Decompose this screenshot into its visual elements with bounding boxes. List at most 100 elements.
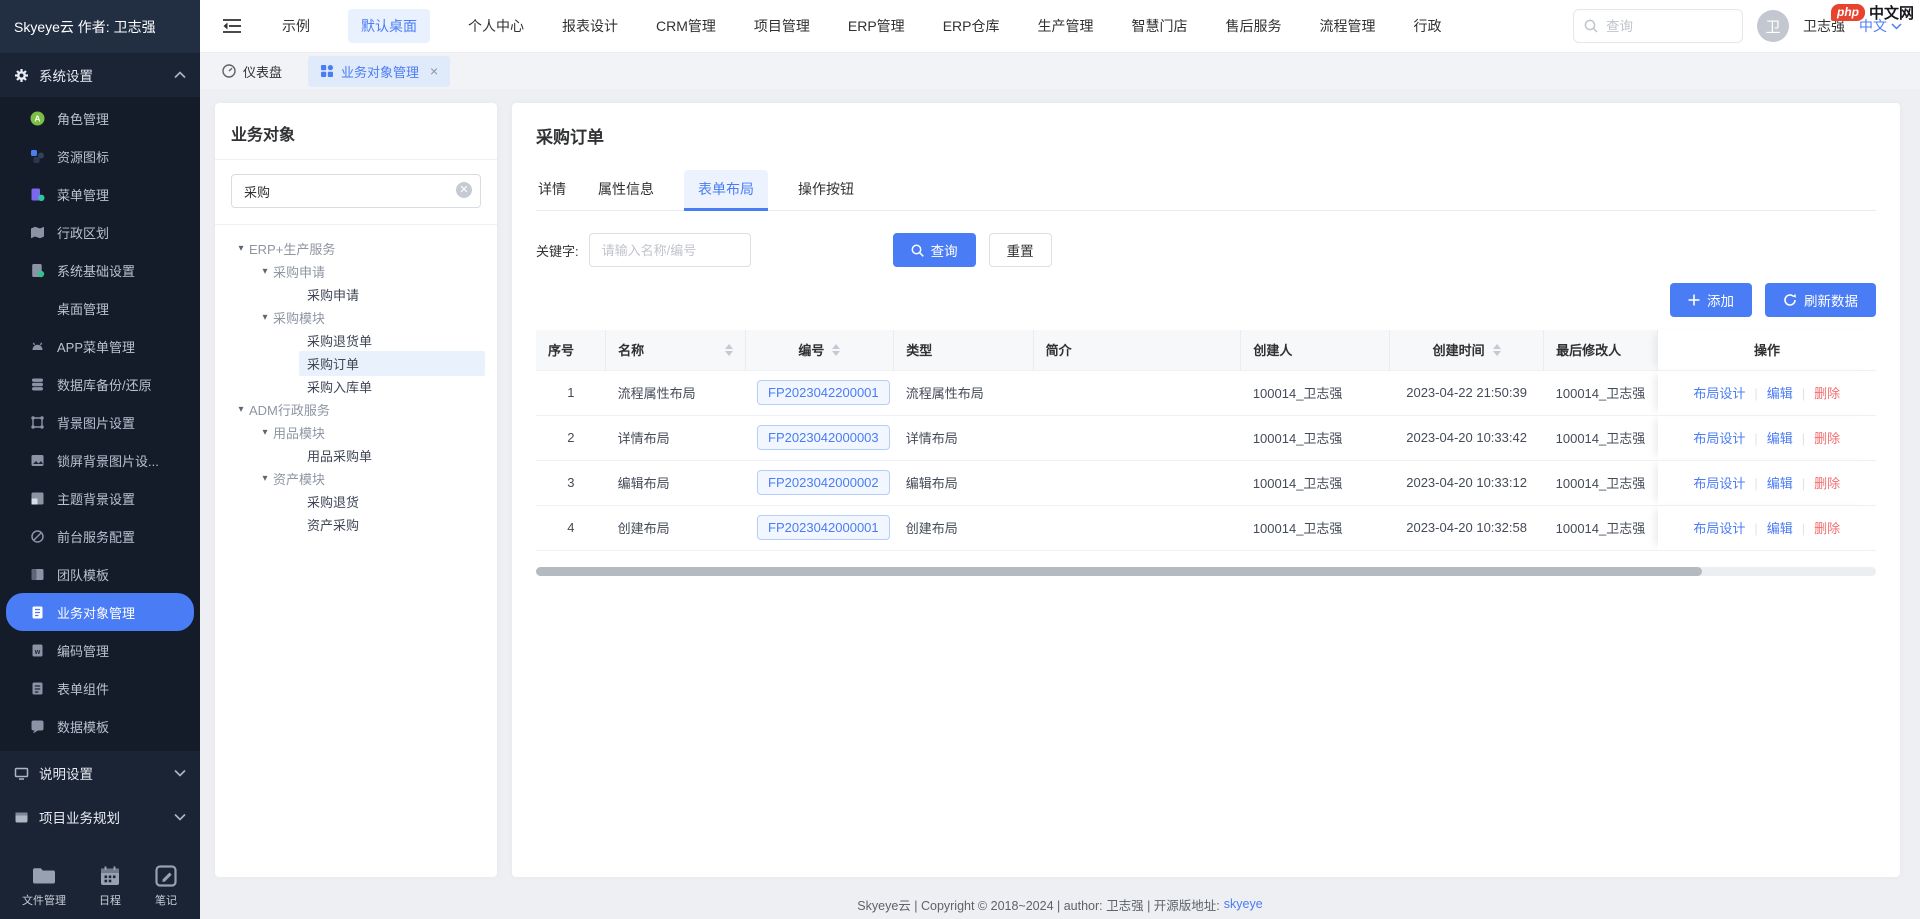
- nav-item-erp[interactable]: ERP管理: [848, 9, 905, 43]
- sidebar-item-theme-background[interactable]: 主题背景设置: [0, 479, 200, 517]
- nav-item-examples[interactable]: 示例: [282, 9, 310, 43]
- sidebar-item-team-template[interactable]: 团队模板: [0, 555, 200, 593]
- dock-schedule[interactable]: 日程: [98, 864, 122, 908]
- cell-index: 1: [536, 370, 606, 415]
- nav-item-workflow[interactable]: 流程管理: [1319, 9, 1375, 43]
- sidebar-item-menu-management[interactable]: 菜单管理: [0, 175, 200, 213]
- horizontal-scrollbar[interactable]: [536, 567, 1876, 576]
- nav-item-aftersales[interactable]: 售后服务: [1225, 9, 1281, 43]
- sidebar-item-desktop-management[interactable]: 桌面管理: [0, 289, 200, 327]
- reset-button[interactable]: 重置: [989, 233, 1052, 267]
- user-avatar[interactable]: 卫: [1757, 10, 1789, 42]
- sort-icon[interactable]: [832, 344, 840, 356]
- sidebar-item-business-object-management[interactable]: 业务对象管理: [6, 593, 194, 631]
- edit-link[interactable]: 编辑: [1767, 521, 1793, 536]
- caret-down-icon[interactable]: ▾: [257, 473, 273, 484]
- sidebar-item-system-base-settings[interactable]: 系统基础设置: [0, 251, 200, 289]
- tree-node[interactable]: ▾资产模块: [215, 467, 489, 490]
- caret-down-icon[interactable]: ▾: [233, 243, 249, 254]
- nav-item-project[interactable]: 项目管理: [754, 9, 810, 43]
- tree-node[interactable]: 采购入库单: [215, 375, 489, 398]
- sidebar-group-system-settings[interactable]: 系统设置: [0, 53, 200, 97]
- tree-node[interactable]: ▾用品模块: [215, 421, 489, 444]
- delete-link[interactable]: 删除: [1814, 431, 1840, 446]
- sidebar-item-app-menu[interactable]: APP菜单管理: [0, 327, 200, 365]
- tree-node[interactable]: 采购申请: [215, 283, 489, 306]
- edit-link[interactable]: 编辑: [1767, 431, 1793, 446]
- global-search-input[interactable]: [1606, 19, 1716, 34]
- sidebar-item-form-components[interactable]: 表单组件: [0, 669, 200, 707]
- col-type: 类型: [894, 330, 1033, 370]
- sidebar-item-data-template[interactable]: 数据模板: [0, 707, 200, 745]
- tree-node[interactable]: ▾采购申请: [215, 260, 489, 283]
- col-name[interactable]: 名称: [606, 330, 745, 370]
- add-button[interactable]: 添加: [1670, 283, 1752, 317]
- edit-link[interactable]: 编辑: [1767, 476, 1793, 491]
- tab-dashboard[interactable]: 仪表盘: [222, 62, 282, 81]
- dock-file-management[interactable]: 文件管理: [22, 864, 66, 908]
- scrollbar-thumb[interactable]: [536, 567, 1702, 576]
- clear-search-icon[interactable]: ✕: [456, 182, 472, 198]
- caret-down-icon[interactable]: ▾: [257, 312, 273, 323]
- dock-notes[interactable]: 笔记: [154, 864, 178, 908]
- gear-icon: [14, 68, 29, 83]
- tab-business-object-management[interactable]: 业务对象管理 ×: [308, 56, 450, 87]
- tree-node[interactable]: ▾采购模块: [215, 306, 489, 329]
- delete-link[interactable]: 删除: [1814, 521, 1840, 536]
- cell-index: 2: [536, 415, 606, 460]
- search-button[interactable]: 查询: [893, 233, 976, 267]
- sidebar-item-resource-icons[interactable]: 资源图标: [0, 137, 200, 175]
- col-created-time[interactable]: 创建时间: [1390, 330, 1544, 370]
- tree-node[interactable]: 采购退货单: [215, 329, 489, 352]
- sort-icon[interactable]: [725, 344, 733, 356]
- nav-item-default-desktop[interactable]: 默认桌面: [348, 9, 430, 43]
- delete-link[interactable]: 删除: [1814, 386, 1840, 401]
- nav-item-erp-warehouse[interactable]: ERP仓库: [943, 9, 1000, 43]
- nav-item-production[interactable]: 生产管理: [1037, 9, 1093, 43]
- tree-node[interactable]: 资产采购: [215, 513, 489, 536]
- tree-node[interactable]: ▾ERP+生产服务: [215, 237, 489, 260]
- cell-description: [1033, 460, 1241, 505]
- sidebar-item-role-management[interactable]: A 角色管理: [0, 99, 200, 137]
- sidebar-group-project-planning[interactable]: 项目业务规划: [0, 795, 200, 839]
- caret-down-icon[interactable]: ▾: [257, 266, 273, 277]
- nav-item-admin[interactable]: 行政: [1413, 9, 1441, 43]
- layout-design-link[interactable]: 布局设计: [1693, 386, 1745, 401]
- caret-down-icon[interactable]: ▾: [257, 427, 273, 438]
- col-code[interactable]: 编号: [745, 330, 894, 370]
- tab-action-buttons[interactable]: 操作按钮: [796, 170, 856, 210]
- tree-node[interactable]: ▾ADM行政服务: [215, 398, 489, 421]
- tree-search-input[interactable]: [231, 174, 481, 208]
- edit-link[interactable]: 编辑: [1767, 386, 1793, 401]
- nav-item-smart-store[interactable]: 智慧门店: [1131, 9, 1187, 43]
- delete-link[interactable]: 删除: [1814, 476, 1840, 491]
- sidebar-collapse-button[interactable]: [222, 18, 242, 34]
- nav-item-report-design[interactable]: 报表设计: [562, 9, 618, 43]
- tree-node-label: 资产采购: [299, 512, 367, 537]
- sidebar-item-code-management[interactable]: w 编码管理: [0, 631, 200, 669]
- tab-details[interactable]: 详情: [536, 170, 568, 210]
- tab-form-layout[interactable]: 表单布局: [684, 170, 768, 210]
- keyword-input[interactable]: [589, 233, 751, 267]
- layout-design-link[interactable]: 布局设计: [1693, 521, 1745, 536]
- sidebar-item-admin-region[interactable]: 行政区划: [0, 213, 200, 251]
- sidebar-item-lockscreen-background[interactable]: 锁屏背景图片设...: [0, 441, 200, 479]
- layout-design-link[interactable]: 布局设计: [1693, 476, 1745, 491]
- sidebar-item-background-image[interactable]: 背景图片设置: [0, 403, 200, 441]
- tab-attribute-info[interactable]: 属性信息: [596, 170, 656, 210]
- caret-down-icon[interactable]: ▾: [233, 404, 249, 415]
- refresh-button[interactable]: 刷新数据: [1765, 283, 1876, 317]
- tree-node[interactable]: 用品采购单: [215, 444, 489, 467]
- sort-icon[interactable]: [1493, 344, 1501, 356]
- close-tab-icon[interactable]: ×: [430, 64, 438, 78]
- opensource-link[interactable]: skyeye: [1224, 897, 1263, 911]
- sidebar-item-db-backup-restore[interactable]: 数据库备份/还原: [0, 365, 200, 403]
- tree-node-selected[interactable]: 采购订单: [215, 352, 489, 375]
- layout-design-link[interactable]: 布局设计: [1693, 431, 1745, 446]
- nav-item-crm[interactable]: CRM管理: [656, 9, 716, 43]
- sidebar-group-doc-settings[interactable]: 说明设置: [0, 751, 200, 795]
- tree-node[interactable]: 采购退货: [215, 490, 489, 513]
- nav-item-personal-center[interactable]: 个人中心: [468, 9, 524, 43]
- global-search[interactable]: [1573, 9, 1743, 43]
- sidebar-item-frontend-service-config[interactable]: 前台服务配置: [0, 517, 200, 555]
